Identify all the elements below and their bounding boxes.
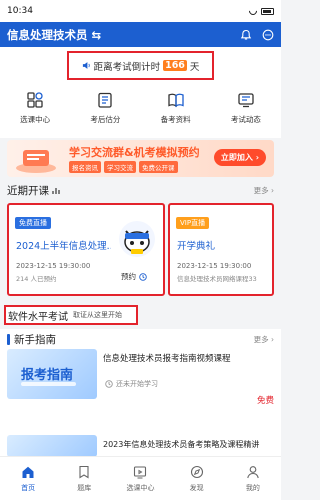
quick-link-label: 考后估分 xyxy=(90,115,121,124)
quick-link-study-materials[interactable]: 备考资料 xyxy=(146,91,206,125)
countdown-prefix: 距离考试倒计时 xyxy=(93,61,161,73)
tab-discover[interactable]: 发现 xyxy=(172,465,222,493)
recent-live-header: 近期开课 更多 › xyxy=(0,183,281,198)
tab-question-bank[interactable]: 题库 xyxy=(59,465,109,493)
reservation-count: 214 人已预约 xyxy=(16,275,57,283)
quick-link-label: 备考资料 xyxy=(160,115,191,124)
promo-banner[interactable]: 学习交流群&机考模拟预约 报名资讯 学习交流 免费公开课 立即加入 › xyxy=(7,140,274,177)
quick-link-exam-news[interactable]: 考试动态 xyxy=(216,91,276,125)
quick-link-label: 考试动态 xyxy=(230,115,261,124)
live-card[interactable]: VIP直播 开学典礼 2023-12-15 19:30:00 信息处理技术员网络… xyxy=(168,203,274,296)
exam-switcher[interactable]: 信息处理技术员 ⇆ xyxy=(7,27,101,43)
live-title: 开学典礼 xyxy=(177,241,216,252)
join-now-button[interactable]: 立即加入 › xyxy=(213,149,266,166)
tab-label: 发现 xyxy=(189,483,204,492)
beginner-guide: 新手指南 更多 › 报考指南 信息处理技术员报考指南视频课程 还未开始学习 免费… xyxy=(0,329,281,457)
thumbnail-title: 报考指南 xyxy=(21,368,74,383)
reserve-label: 预约 xyxy=(121,272,136,281)
quick-links: 选课中心 考后估分 备考资料 考试动态 xyxy=(0,84,281,138)
guide-title: 2023年信息处理技术员备考策略及课程精讲 xyxy=(103,440,260,449)
clock-icon xyxy=(105,380,113,388)
tab-home[interactable]: 首页 xyxy=(3,465,53,493)
mascot-cat-image xyxy=(119,221,155,257)
banner-title: 学习交流群&机考模拟预约 xyxy=(69,146,200,159)
bottom-tab-bar: 首页 题库 选课中心 发现 我的 xyxy=(0,456,281,500)
guide-item[interactable]: 报考指南 信息处理技术员报考指南视频课程 还未开始学习 免费 xyxy=(7,349,274,406)
more-link[interactable]: 更多 › xyxy=(254,334,274,345)
tab-label: 题库 xyxy=(77,483,92,492)
guide-progress: 还未开始学习 xyxy=(105,379,158,389)
exam-title: 软件水平考试 xyxy=(8,311,68,323)
banner-tag: 学习交流 xyxy=(104,161,136,173)
clock-icon xyxy=(139,272,147,281)
live-time: 2023-12-15 19:30:00 xyxy=(177,262,252,270)
section-accent-bar xyxy=(7,334,10,345)
quick-link-score-estimate[interactable]: 考后估分 xyxy=(75,91,135,125)
exam-countdown: 距离考试倒计时 166 天 xyxy=(67,51,214,80)
banner-tag: 免费公开课 xyxy=(139,161,178,173)
guide-thumbnail xyxy=(7,435,97,457)
wifi-icon xyxy=(247,5,259,17)
compass-icon xyxy=(190,465,203,478)
quick-link-label: 选课中心 xyxy=(20,115,51,124)
banner-illustration xyxy=(16,150,56,173)
speaker-icon xyxy=(82,62,90,69)
section-title: 近期开课 xyxy=(7,185,49,197)
live-time: 2023-12-15 19:30:00 xyxy=(16,262,91,270)
course-name: 信息处理技术员网络课程33 xyxy=(177,275,257,283)
status-icons xyxy=(247,5,274,17)
message-icon[interactable] xyxy=(262,29,274,41)
grid-apps-icon xyxy=(27,92,43,108)
app-bar: 信息处理技术员 ⇆ xyxy=(0,22,281,47)
battery-icon xyxy=(261,7,274,15)
section-title: 新手指南 xyxy=(14,334,56,346)
banner-tag: 报名资讯 xyxy=(69,161,101,173)
guide-item[interactable]: 2023年信息处理技术员备考策略及课程精讲 xyxy=(7,435,274,457)
more-link[interactable]: 更多 › xyxy=(254,185,274,196)
tab-profile[interactable]: 我的 xyxy=(228,465,278,493)
tab-label: 我的 xyxy=(245,483,260,492)
progress-text: 还未开始学习 xyxy=(116,380,158,388)
exam-subtitle: 取证从这里开始 xyxy=(73,311,122,319)
status-bar: 10:34 xyxy=(0,0,281,22)
bars-icon xyxy=(52,187,60,194)
bell-icon[interactable] xyxy=(240,29,252,41)
switch-icon: ⇆ xyxy=(91,27,102,42)
quick-link-course-center[interactable]: 选课中心 xyxy=(5,91,65,125)
live-title: 2024上半年信息处理... xyxy=(16,241,111,252)
software-exam-entry[interactable]: 软件水平考试 取证从这里开始 xyxy=(4,305,138,325)
vip-live-badge: VIP直播 xyxy=(176,217,210,229)
tab-label: 选课中心 xyxy=(126,483,155,492)
guide-title: 信息处理技术员报考指南视频课程 xyxy=(103,354,231,364)
countdown-suffix: 天 xyxy=(189,61,200,73)
tab-course-center[interactable]: 选课中心 xyxy=(115,465,165,493)
tab-label: 首页 xyxy=(21,483,36,492)
status-time: 10:34 xyxy=(7,6,33,16)
app-title: 信息处理技术员 xyxy=(7,27,88,42)
free-live-badge: 免费直播 xyxy=(15,217,51,229)
reserve-button[interactable]: 预约 xyxy=(121,271,147,282)
countdown-days: 166 xyxy=(163,60,187,71)
news-icon xyxy=(238,93,254,108)
book-icon xyxy=(167,93,184,108)
user-icon xyxy=(247,465,259,478)
guide-thumbnail: 报考指南 xyxy=(7,349,97,399)
live-card[interactable]: 免费直播 2024上半年信息处理... 2023-12-15 19:30:00 … xyxy=(7,203,165,296)
clipboard-icon xyxy=(98,92,113,108)
price-label: 免费 xyxy=(256,396,274,406)
live-cards: 免费直播 2024上半年信息处理... 2023-12-15 19:30:00 … xyxy=(0,203,281,298)
home-icon xyxy=(22,466,34,478)
bookmark-icon xyxy=(79,465,89,478)
course-icon xyxy=(134,465,147,478)
